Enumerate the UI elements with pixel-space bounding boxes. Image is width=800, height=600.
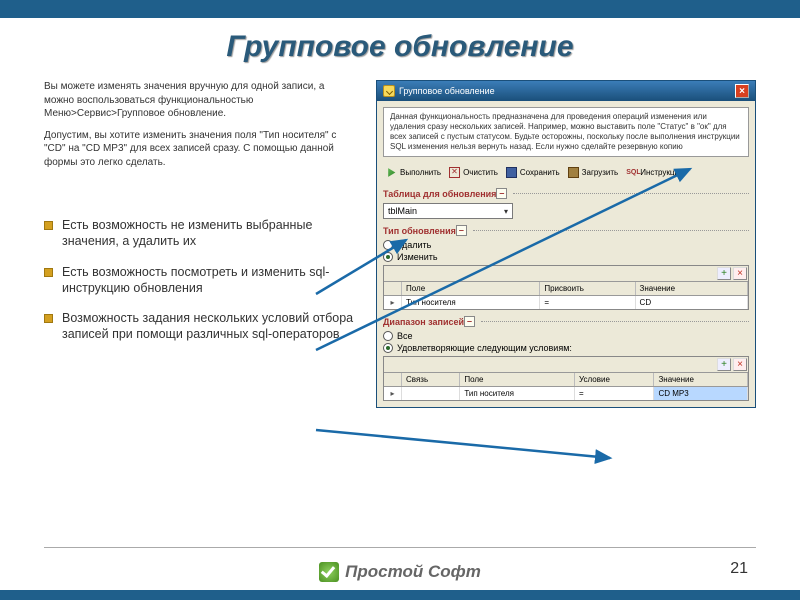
- toolbar: Выполнить Очистить Сохранить Загрузить S…: [383, 163, 749, 182]
- collapse-button[interactable]: –: [496, 188, 507, 199]
- cell-assign[interactable]: =: [540, 296, 635, 309]
- page-number: 21: [730, 560, 748, 578]
- window-titlebar: Групповое обновление ×: [377, 81, 755, 101]
- add-row-button[interactable]: +: [717, 358, 731, 371]
- cell-field[interactable]: Тип носителя: [402, 296, 540, 309]
- row-marker: ▸: [384, 387, 402, 400]
- description-box: Данная функциональность предназначена дл…: [383, 107, 749, 157]
- footer: Простой Софт: [0, 562, 800, 582]
- right-column: Групповое обновление × Данная функционал…: [376, 80, 756, 408]
- radio-cond[interactable]: Удовлетворяющие следующим условиям:: [383, 343, 749, 353]
- slide-title: Групповое обновление: [0, 30, 800, 64]
- delete-row-button[interactable]: ×: [733, 267, 747, 280]
- app-icon: [383, 85, 395, 97]
- grid-header: [384, 282, 402, 295]
- section-table-header: Таблица для обновления–: [383, 188, 749, 199]
- cell-value[interactable]: CD: [636, 296, 748, 309]
- intro-p1: Вы можете изменять значения вручную для …: [44, 80, 354, 121]
- radio-modify[interactable]: Изменить: [383, 252, 749, 262]
- grid-header: Поле: [402, 282, 540, 295]
- run-button[interactable]: Выполнить: [383, 165, 444, 180]
- logo-check-icon: [319, 562, 339, 582]
- radio-icon: [383, 343, 393, 353]
- grid-header: Связь: [402, 373, 460, 386]
- left-column: Вы можете изменять значения вручную для …: [44, 80, 354, 408]
- logo-text: Простой Софт: [345, 562, 481, 582]
- cell-link[interactable]: [402, 387, 460, 400]
- top-bar: [0, 0, 800, 18]
- collapse-button[interactable]: –: [456, 225, 467, 236]
- radio-all[interactable]: Все: [383, 331, 749, 341]
- save-icon: [506, 167, 517, 178]
- bullet-item: Возможность задания нескольких условий о…: [44, 310, 354, 343]
- radio-icon: [383, 240, 393, 250]
- sql-icon: SQL: [626, 167, 637, 178]
- intro-p2: Допустим, вы хотите изменить значения по…: [44, 129, 354, 170]
- section-range-header: Диапазон записей–: [383, 316, 749, 327]
- window-title: Групповое обновление: [399, 86, 495, 96]
- app-window: Групповое обновление × Данная функционал…: [376, 80, 756, 408]
- grid-header: Значение: [636, 282, 748, 295]
- grid-header: [384, 373, 402, 386]
- bullet-item: Есть возможность не изменить выбранные з…: [44, 217, 354, 250]
- play-icon: [386, 167, 397, 178]
- content-area: Вы можете изменять значения вручную для …: [0, 80, 800, 408]
- section-type-header: Тип обновления–: [383, 225, 749, 236]
- grid-header: Условие: [575, 373, 654, 386]
- delete-row-button[interactable]: ×: [733, 358, 747, 371]
- load-button[interactable]: Загрузить: [565, 165, 622, 180]
- add-row-button[interactable]: +: [717, 267, 731, 280]
- radio-icon: [383, 331, 393, 341]
- intro-text: Вы можете изменять значения вручную для …: [44, 80, 354, 169]
- load-icon: [568, 167, 579, 178]
- update-grid: +× Поле Присвоить Значение ▸ Тип носител…: [383, 265, 749, 310]
- chevron-down-icon: ▾: [504, 207, 508, 216]
- bottom-bar: [0, 590, 800, 600]
- grid-header: Присвоить: [540, 282, 635, 295]
- cell-value[interactable]: CD MP3: [654, 387, 748, 400]
- bullet-item: Есть возможность посмотреть и изменить s…: [44, 264, 354, 297]
- cell-cond[interactable]: =: [575, 387, 654, 400]
- conditions-grid: +× Связь Поле Условие Значение ▸ Тип нос…: [383, 356, 749, 401]
- clear-icon: [449, 167, 460, 178]
- radio-delete[interactable]: Удалить: [383, 240, 749, 250]
- grid-row[interactable]: ▸ Тип носителя = CD MP3: [384, 387, 748, 400]
- cell-field[interactable]: Тип носителя: [460, 387, 575, 400]
- close-button[interactable]: ×: [735, 84, 749, 98]
- grid-header: Поле: [460, 373, 575, 386]
- bullet-list: Есть возможность не изменить выбранные з…: [44, 217, 354, 343]
- clear-button[interactable]: Очистить: [446, 165, 501, 180]
- row-marker: ▸: [384, 296, 402, 309]
- table-dropdown[interactable]: tblMain▾: [383, 203, 513, 219]
- window-body: Данная функциональность предназначена дл…: [377, 101, 755, 407]
- sql-button[interactable]: SQLИнструкция: [623, 165, 686, 180]
- radio-icon: [383, 252, 393, 262]
- grid-header: Значение: [654, 373, 748, 386]
- footer-rule: [44, 547, 756, 548]
- collapse-button[interactable]: –: [464, 316, 475, 327]
- save-button[interactable]: Сохранить: [503, 165, 563, 180]
- grid-row[interactable]: ▸ Тип носителя = CD: [384, 296, 748, 309]
